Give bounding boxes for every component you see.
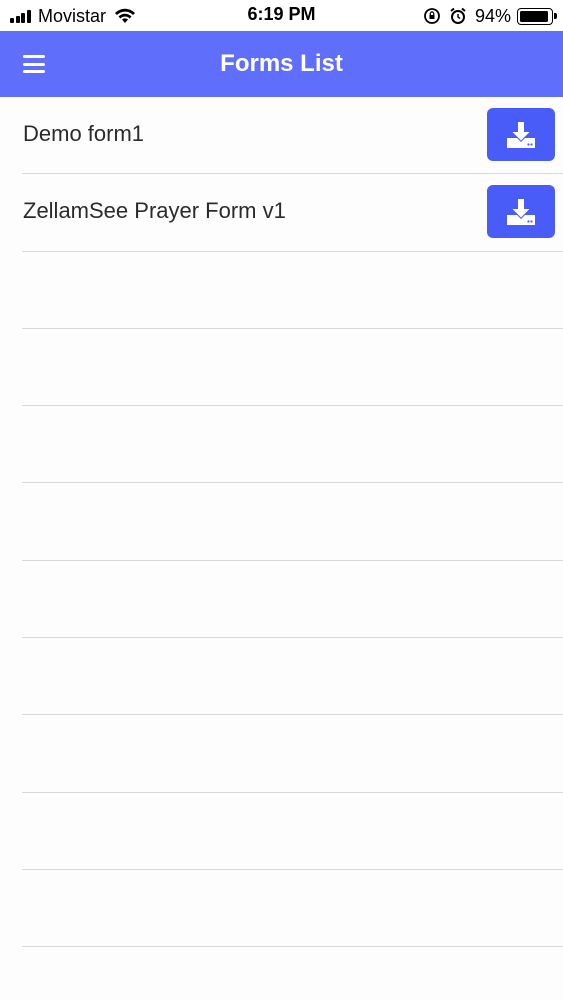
app-header: Forms List	[0, 31, 563, 97]
form-name: Demo form1	[23, 121, 145, 146]
list-item	[22, 329, 563, 407]
page-title: Forms List	[220, 50, 343, 77]
battery-percentage: 94%	[474, 5, 511, 26]
list-item	[22, 638, 563, 716]
download-button[interactable]	[487, 185, 555, 239]
orientation-lock-icon	[424, 8, 440, 24]
form-name: ZellamSee Prayer Form v1	[23, 198, 286, 224]
download-button[interactable]	[487, 108, 555, 161]
list-item[interactable]: ZellamSee Prayer Form v1	[22, 174, 563, 252]
list-item[interactable]: Demo form1	[22, 97, 563, 175]
status-right: 94%	[423, 5, 557, 27]
list-item	[22, 252, 563, 329]
download-icon	[507, 198, 535, 225]
list-item	[22, 561, 563, 639]
battery-icon	[517, 7, 557, 25]
download-icon	[507, 121, 535, 148]
status-bar: Movistar 6:19 PM 94%	[0, 0, 563, 31]
list-item	[22, 870, 563, 948]
forms-list: Demo form1 ZellamSee Prayer Form v1	[0, 97, 563, 1000]
list-item	[22, 947, 563, 1000]
alarm-icon	[450, 7, 466, 24]
list-item	[22, 406, 563, 484]
list-item	[22, 715, 563, 793]
list-item	[22, 483, 563, 561]
list-item	[22, 793, 563, 870]
